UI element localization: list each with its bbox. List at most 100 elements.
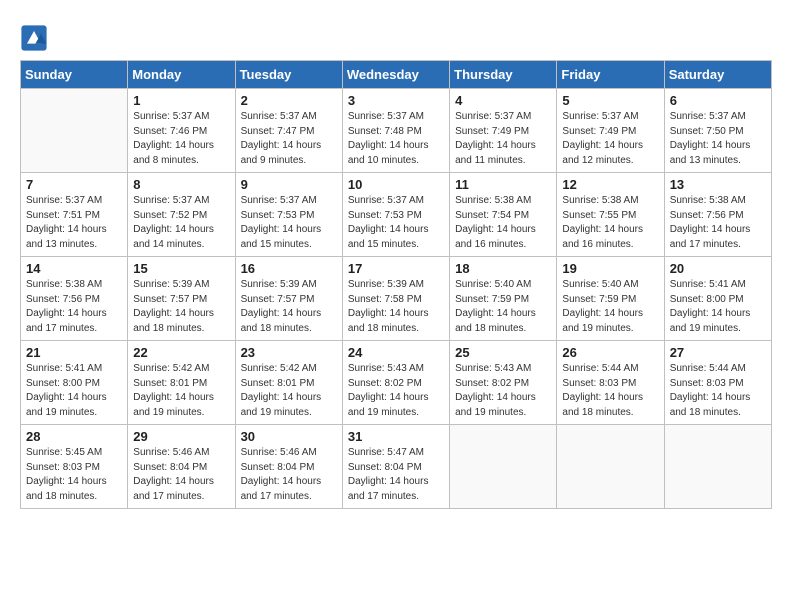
calendar-cell: 22 Sunrise: 5:42 AMSunset: 8:01 PMDayligh…: [128, 341, 235, 425]
calendar-cell: 27 Sunrise: 5:44 AMSunset: 8:03 PMDayligh…: [664, 341, 771, 425]
day-number: 13: [670, 177, 766, 192]
day-info: Sunrise: 5:37 AMSunset: 7:49 PMDaylight:…: [455, 110, 551, 168]
calendar-cell: [21, 89, 128, 173]
day-number: 5: [562, 93, 658, 108]
calendar-cell: 17 Sunrise: 5:39 AMSunset: 7:58 PMDayligh…: [342, 257, 449, 341]
day-info: Sunrise: 5:37 AMSunset: 7:48 PMDaylight:…: [348, 110, 444, 168]
calendar-cell: 16 Sunrise: 5:39 AMSunset: 7:57 PMDayligh…: [235, 257, 342, 341]
logo: [20, 24, 52, 52]
day-number: 20: [670, 261, 766, 276]
day-number: 15: [133, 261, 229, 276]
day-number: 14: [26, 261, 122, 276]
calendar-cell: 26 Sunrise: 5:44 AMSunset: 8:03 PMDayligh…: [557, 341, 664, 425]
day-number: 18: [455, 261, 551, 276]
calendar-cell: 14Sunrise: 5:38 AMSunset: 7:56 PMDayligh…: [21, 257, 128, 341]
day-info: Sunrise: 5:40 AMSunset: 7:59 PMDaylight:…: [455, 278, 551, 336]
calendar-week-row: 14Sunrise: 5:38 AMSunset: 7:56 PMDayligh…: [21, 257, 772, 341]
calendar-cell: 12 Sunrise: 5:38 AMSunset: 7:55 PMDayligh…: [557, 173, 664, 257]
calendar-cell: 11Sunrise: 5:38 AMSunset: 7:54 PMDayligh…: [450, 173, 557, 257]
calendar-cell: 25 Sunrise: 5:43 AMSunset: 8:02 PMDayligh…: [450, 341, 557, 425]
calendar-cell: 28Sunrise: 5:45 AMSunset: 8:03 PMDayligh…: [21, 425, 128, 509]
day-number: 27: [670, 345, 766, 360]
day-number: 12: [562, 177, 658, 192]
calendar-cell: 29Sunrise: 5:46 AMSunset: 8:04 PMDayligh…: [128, 425, 235, 509]
calendar-header-row: SundayMondayTuesdayWednesdayThursdayFrid…: [21, 61, 772, 89]
day-number: 7: [26, 177, 122, 192]
calendar-cell: 5 Sunrise: 5:37 AMSunset: 7:49 PMDaylight…: [557, 89, 664, 173]
calendar-day-header: Monday: [128, 61, 235, 89]
day-info: Sunrise: 5:42 AMSunset: 8:01 PMDaylight:…: [241, 362, 337, 420]
logo-icon: [20, 24, 48, 52]
calendar-week-row: 21 Sunrise: 5:41 AMSunset: 8:00 PMDayligh…: [21, 341, 772, 425]
calendar-cell: 18 Sunrise: 5:40 AMSunset: 7:59 PMDayligh…: [450, 257, 557, 341]
day-number: 19: [562, 261, 658, 276]
day-info: Sunrise: 5:37 AMSunset: 7:51 PMDaylight:…: [26, 194, 122, 252]
calendar-week-row: 1Sunrise: 5:37 AMSunset: 7:46 PMDaylight…: [21, 89, 772, 173]
calendar-day-header: Tuesday: [235, 61, 342, 89]
calendar-day-header: Saturday: [664, 61, 771, 89]
day-info: Sunrise: 5:37 AMSunset: 7:53 PMDaylight:…: [241, 194, 337, 252]
day-info: Sunrise: 5:39 AMSunset: 7:58 PMDaylight:…: [348, 278, 444, 336]
day-number: 22: [133, 345, 229, 360]
calendar-day-header: Thursday: [450, 61, 557, 89]
calendar-week-row: 7 Sunrise: 5:37 AMSunset: 7:51 PMDaylight…: [21, 173, 772, 257]
day-info: Sunrise: 5:46 AMSunset: 8:04 PMDaylight:…: [241, 446, 337, 504]
day-info: Sunrise: 5:47 AMSunset: 8:04 PMDaylight:…: [348, 446, 444, 504]
calendar-cell: 7 Sunrise: 5:37 AMSunset: 7:51 PMDaylight…: [21, 173, 128, 257]
page-header: [20, 20, 772, 52]
calendar-body: 1Sunrise: 5:37 AMSunset: 7:46 PMDaylight…: [21, 89, 772, 509]
calendar-cell: 3 Sunrise: 5:37 AMSunset: 7:48 PMDaylight…: [342, 89, 449, 173]
calendar-cell: 6 Sunrise: 5:37 AMSunset: 7:50 PMDaylight…: [664, 89, 771, 173]
day-info: Sunrise: 5:39 AMSunset: 7:57 PMDaylight:…: [241, 278, 337, 336]
day-info: Sunrise: 5:42 AMSunset: 8:01 PMDaylight:…: [133, 362, 229, 420]
day-info: Sunrise: 5:41 AMSunset: 8:00 PMDaylight:…: [26, 362, 122, 420]
day-info: Sunrise: 5:43 AMSunset: 8:02 PMDaylight:…: [455, 362, 551, 420]
day-info: Sunrise: 5:39 AMSunset: 7:57 PMDaylight:…: [133, 278, 229, 336]
calendar-day-header: Sunday: [21, 61, 128, 89]
day-number: 6: [670, 93, 766, 108]
day-number: 25: [455, 345, 551, 360]
calendar-cell: [664, 425, 771, 509]
day-info: Sunrise: 5:37 AMSunset: 7:52 PMDaylight:…: [133, 194, 229, 252]
day-number: 10: [348, 177, 444, 192]
day-number: 3: [348, 93, 444, 108]
calendar-cell: 4 Sunrise: 5:37 AMSunset: 7:49 PMDaylight…: [450, 89, 557, 173]
calendar-cell: 24 Sunrise: 5:43 AMSunset: 8:02 PMDayligh…: [342, 341, 449, 425]
calendar-cell: 9 Sunrise: 5:37 AMSunset: 7:53 PMDaylight…: [235, 173, 342, 257]
calendar-cell: [450, 425, 557, 509]
day-info: Sunrise: 5:44 AMSunset: 8:03 PMDaylight:…: [562, 362, 658, 420]
calendar-cell: 30 Sunrise: 5:46 AMSunset: 8:04 PMDayligh…: [235, 425, 342, 509]
calendar-cell: [557, 425, 664, 509]
day-number: 24: [348, 345, 444, 360]
day-info: Sunrise: 5:37 AMSunset: 7:50 PMDaylight:…: [670, 110, 766, 168]
day-number: 2: [241, 93, 337, 108]
day-number: 29: [133, 429, 229, 444]
day-info: Sunrise: 5:43 AMSunset: 8:02 PMDaylight:…: [348, 362, 444, 420]
calendar-cell: 19 Sunrise: 5:40 AMSunset: 7:59 PMDayligh…: [557, 257, 664, 341]
calendar-day-header: Wednesday: [342, 61, 449, 89]
day-info: Sunrise: 5:41 AMSunset: 8:00 PMDaylight:…: [670, 278, 766, 336]
calendar-cell: 10 Sunrise: 5:37 AMSunset: 7:53 PMDayligh…: [342, 173, 449, 257]
day-number: 4: [455, 93, 551, 108]
calendar-week-row: 28Sunrise: 5:45 AMSunset: 8:03 PMDayligh…: [21, 425, 772, 509]
day-number: 26: [562, 345, 658, 360]
calendar-cell: 15 Sunrise: 5:39 AMSunset: 7:57 PMDayligh…: [128, 257, 235, 341]
day-info: Sunrise: 5:37 AMSunset: 7:49 PMDaylight:…: [562, 110, 658, 168]
day-number: 23: [241, 345, 337, 360]
day-info: Sunrise: 5:38 AMSunset: 7:55 PMDaylight:…: [562, 194, 658, 252]
day-number: 1: [133, 93, 229, 108]
calendar-cell: 31Sunrise: 5:47 AMSunset: 8:04 PMDayligh…: [342, 425, 449, 509]
day-number: 9: [241, 177, 337, 192]
day-info: Sunrise: 5:38 AMSunset: 7:54 PMDaylight:…: [455, 194, 551, 252]
day-info: Sunrise: 5:44 AMSunset: 8:03 PMDaylight:…: [670, 362, 766, 420]
day-number: 28: [26, 429, 122, 444]
calendar-cell: 23 Sunrise: 5:42 AMSunset: 8:01 PMDayligh…: [235, 341, 342, 425]
day-number: 30: [241, 429, 337, 444]
day-info: Sunrise: 5:40 AMSunset: 7:59 PMDaylight:…: [562, 278, 658, 336]
calendar-cell: 2Sunrise: 5:37 AMSunset: 7:47 PMDaylight…: [235, 89, 342, 173]
day-number: 17: [348, 261, 444, 276]
day-number: 16: [241, 261, 337, 276]
day-info: Sunrise: 5:37 AMSunset: 7:53 PMDaylight:…: [348, 194, 444, 252]
day-number: 21: [26, 345, 122, 360]
calendar-cell: 8Sunrise: 5:37 AMSunset: 7:52 PMDaylight…: [128, 173, 235, 257]
